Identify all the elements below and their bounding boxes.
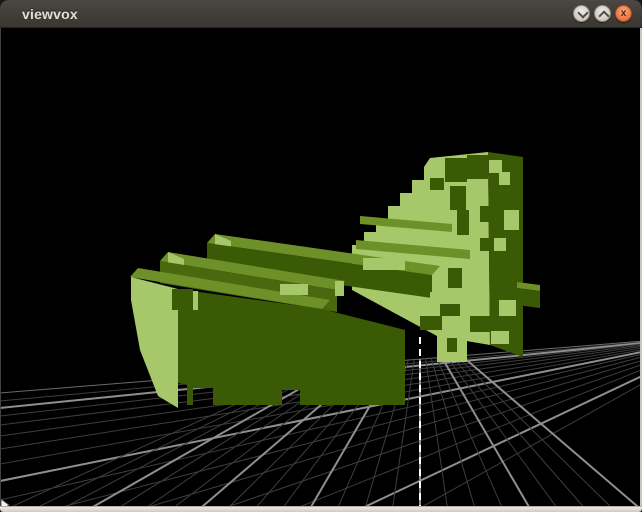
close-icon: x [616,7,631,21]
window-title: viewvox [22,6,78,22]
chevron-up-icon [598,10,609,21]
3d-viewport[interactable] [0,0,642,512]
window-resize-bar[interactable] [0,506,642,512]
maximize-button[interactable] [594,5,611,22]
window-border-left [0,28,1,506]
chevron-down-icon [577,7,588,18]
viewvox-window: viewvox x [0,0,642,512]
minimize-button[interactable] [573,5,590,22]
close-button[interactable]: x [615,5,632,22]
titlebar[interactable]: viewvox x [0,0,642,28]
